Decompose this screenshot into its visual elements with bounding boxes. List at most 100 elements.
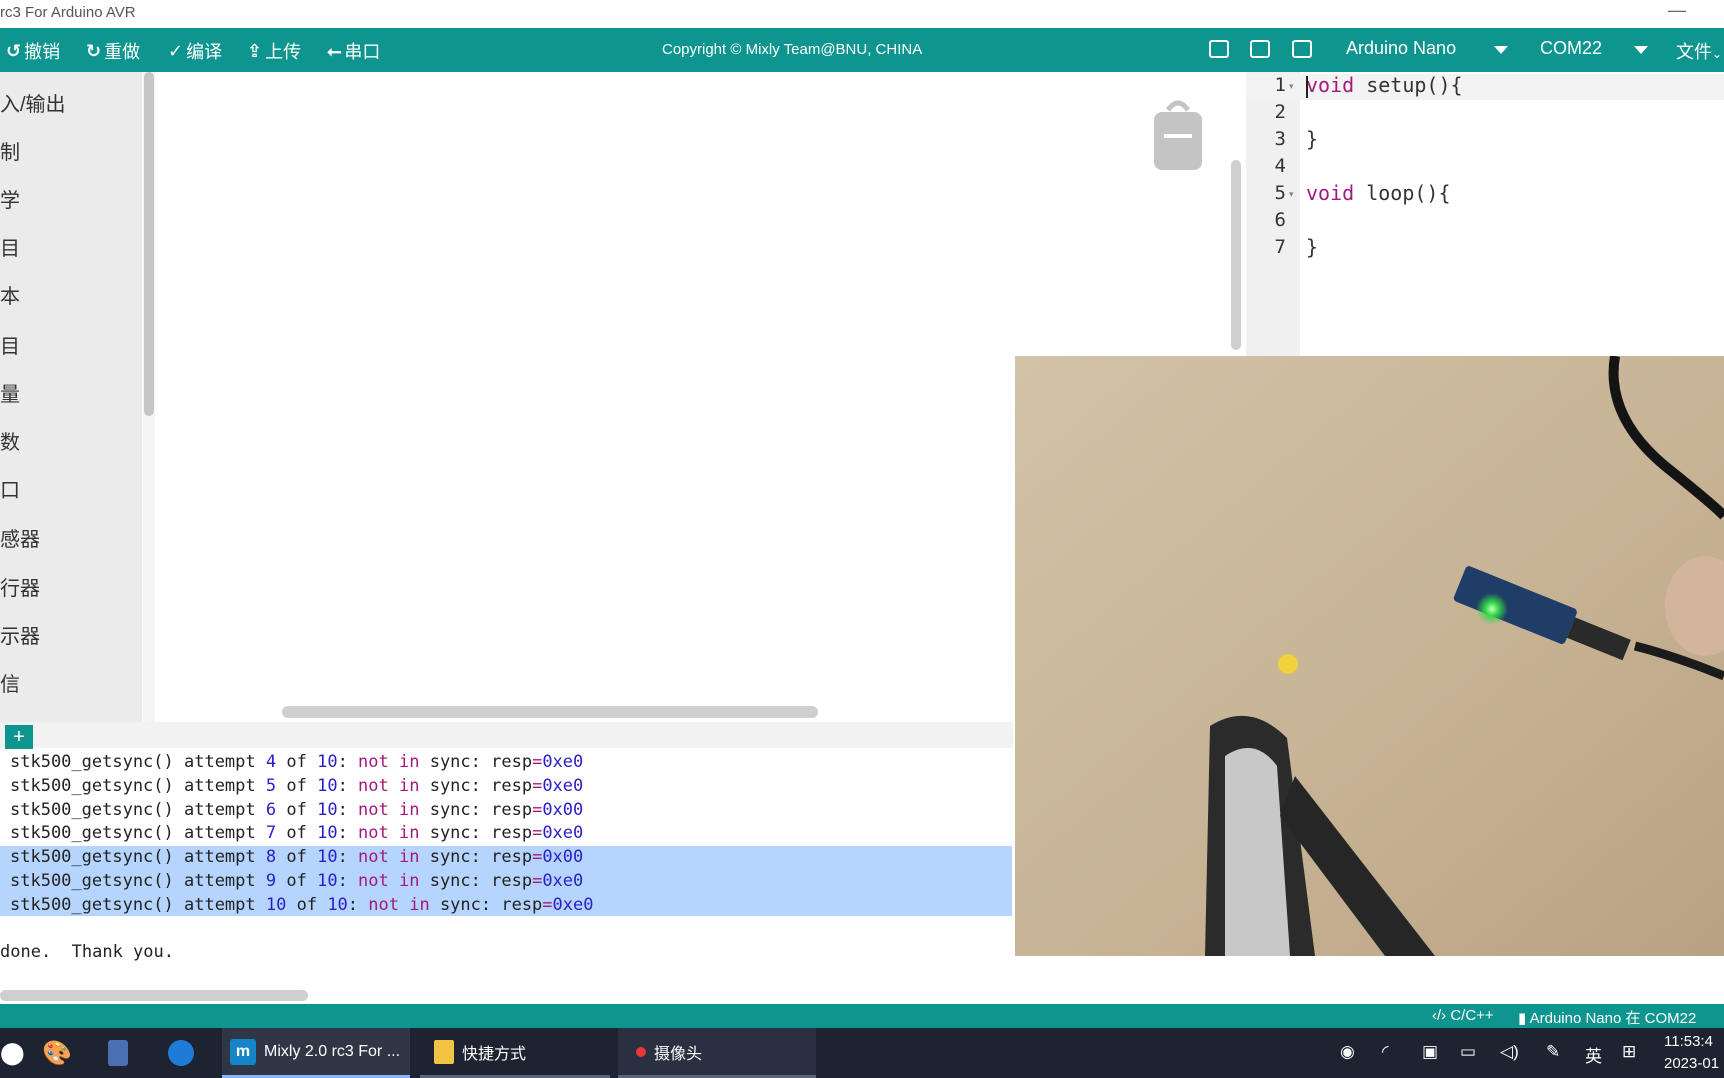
upload-icon: ⇪ — [247, 40, 263, 61]
port-select[interactable]: COM22 — [1540, 38, 1648, 59]
category-item[interactable]: 行器 — [0, 572, 40, 601]
folder-icon — [434, 1039, 454, 1064]
category-item[interactable]: 目 — [0, 330, 20, 359]
category-item[interactable]: 感器 — [0, 523, 40, 552]
undo-icon: ↺ — [6, 40, 22, 61]
taskbar-task-camera[interactable]: 摄像头 — [618, 1028, 816, 1078]
fold-arrow-icon[interactable]: ▾ — [1289, 189, 1294, 200]
console-line: stk500_getsync() attempt 10 of 10: not i… — [10, 895, 594, 915]
category-item[interactable]: 目 — [0, 232, 20, 261]
upload-button[interactable]: ⇪ 上传 — [247, 38, 301, 64]
line-number: 1 — [1274, 74, 1286, 96]
category-item[interactable]: 数 — [0, 426, 20, 455]
code-line: void setup(){ — [1306, 73, 1463, 97]
port-select-value: COM22 — [1540, 38, 1603, 58]
language-indicator[interactable]: ‹/› C/C++ — [1432, 1007, 1494, 1024]
copyright-text: Copyright © Mixly Team@BNU, CHINA — [662, 41, 923, 58]
taskbar-task-shortcuts[interactable]: 快捷方式 — [420, 1028, 610, 1078]
serial-label: 串口 — [344, 42, 381, 62]
split-view-icon[interactable] — [1250, 40, 1270, 58]
file-menu-label: 文件 — [1676, 42, 1712, 62]
window-title: rc3 For Arduino AVR — [0, 4, 136, 21]
board-status[interactable]: ▮ Arduino Nano 在 COM22 — [1518, 1007, 1696, 1028]
code-editor[interactable] — [1246, 72, 1724, 356]
task-label: Mixly 2.0 rc3 For ... — [264, 1042, 401, 1060]
category-item[interactable]: 示器 — [0, 620, 40, 649]
code-text: loop(){ — [1354, 181, 1451, 205]
status-bar: ‹/› C/C++ ▮ Arduino Nano 在 COM22 — [0, 1004, 1724, 1028]
serial-button[interactable]: ⭠ 串口 — [327, 38, 380, 64]
category-item[interactable]: 本 — [0, 280, 20, 309]
taskbar-task-mixly[interactable]: m Mixly 2.0 rc3 For ... — [222, 1028, 410, 1078]
task-label: 摄像头 — [654, 1045, 703, 1063]
code-text: } — [1306, 127, 1319, 151]
compile-label: 编译 — [186, 42, 223, 62]
line-number: 3 — [1274, 128, 1286, 150]
console-horizontal-scrollbar[interactable] — [0, 990, 308, 1001]
code-keyword: void — [1306, 181, 1355, 205]
add-tab-button[interactable]: + — [5, 725, 33, 749]
line-number: 5 — [1274, 182, 1286, 204]
chevron-down-icon — [1634, 46, 1648, 54]
line-number: 4 — [1274, 155, 1286, 177]
code-text: setup(){ — [1354, 73, 1463, 97]
workspace-horizontal-scrollbar[interactable] — [282, 706, 818, 718]
text-cursor — [1306, 76, 1308, 98]
collapse-panel-icon[interactable] — [1209, 40, 1229, 58]
calculator-icon[interactable] — [108, 1028, 142, 1078]
redo-icon: ↻ — [86, 40, 102, 61]
os-taskbar: ⬤ 🎨 m Mixly 2.0 rc3 For ... 快捷方式 摄像头 ◉ ◜… — [0, 1028, 1724, 1078]
category-item[interactable]: 信 — [0, 668, 20, 697]
line-number: 6 — [1274, 209, 1286, 231]
console-tab-bar — [0, 722, 1013, 748]
ime-indicator[interactable]: 英 — [1585, 1042, 1602, 1067]
redo-label: 重做 — [104, 42, 141, 62]
keyboard-layout-icon[interactable]: ⊞ — [1622, 1042, 1636, 1062]
board-select[interactable]: Arduino Nano — [1346, 38, 1508, 59]
browser-icon[interactable] — [168, 1028, 202, 1078]
code-line: void loop(){ — [1306, 181, 1451, 205]
security-icon[interactable]: ▣ — [1422, 1042, 1438, 1062]
clock-date: 2023-01 — [1664, 1055, 1720, 1072]
console-line: stk500_getsync() attempt 7 of 10: not in… — [10, 823, 584, 843]
wifi-icon[interactable]: ◜ — [1382, 1042, 1389, 1062]
camera-feed[interactable] — [1015, 356, 1724, 956]
cortana-icon[interactable]: ◉ — [1340, 1042, 1355, 1062]
board-select-value: Arduino Nano — [1346, 38, 1457, 58]
system-clock[interactable]: 11:53:4 2023-01 — [1664, 1031, 1719, 1075]
redo-button[interactable]: ↻ 重做 — [86, 38, 140, 64]
code-line: } — [1306, 235, 1318, 259]
minimize-button[interactable]: — — [1668, 0, 1686, 21]
line-number: 7 — [1274, 236, 1286, 258]
pen-icon[interactable]: ✎ — [1546, 1042, 1560, 1062]
upload-label: 上传 — [265, 42, 302, 62]
window-titlebar: rc3 For Arduino AVR — — [0, 0, 1724, 28]
category-item[interactable]: 制 — [0, 136, 20, 165]
console-line: stk500_getsync() attempt 5 of 10: not in… — [10, 776, 584, 796]
fold-arrow-icon[interactable]: ▾ — [1289, 81, 1294, 92]
paint-icon[interactable]: 🎨 — [42, 1028, 76, 1078]
sidebar-scrollbar-thumb[interactable] — [144, 72, 154, 416]
console-line: stk500_getsync() attempt 8 of 10: not in… — [10, 847, 584, 867]
battery-icon[interactable]: ▭ — [1460, 1042, 1476, 1062]
console-line: stk500_getsync() attempt 6 of 10: not in… — [10, 800, 584, 820]
workspace-vertical-scrollbar[interactable] — [1231, 160, 1241, 350]
code-line: } — [1306, 127, 1318, 151]
category-item[interactable]: 量 — [0, 378, 20, 407]
record-icon — [636, 1046, 646, 1057]
code-view-icon[interactable] — [1292, 40, 1312, 58]
category-item[interactable]: 口 — [0, 474, 20, 503]
file-menu[interactable]: 文件⌄ — [1676, 38, 1722, 64]
compile-button[interactable]: ✓ 编译 — [168, 38, 222, 64]
code-text: } — [1306, 235, 1319, 259]
main-toolbar: ↺ 撤销 ↻ 重做 ✓ 编译 ⇪ 上传 ⭠ 串口 Copyright © Mix… — [0, 28, 1724, 72]
category-item[interactable]: 入/输出 — [0, 88, 66, 117]
check-icon: ✓ — [168, 40, 184, 61]
console-line: stk500_getsync() attempt 9 of 10: not in… — [10, 871, 584, 891]
volume-icon[interactable]: ◁) — [1500, 1042, 1519, 1062]
undo-button[interactable]: ↺ 撤销 — [6, 38, 60, 64]
category-item[interactable]: 学 — [0, 184, 20, 213]
trash-can-icon[interactable] — [1152, 96, 1204, 172]
clock-time: 11:53:4 — [1664, 1033, 1713, 1050]
taskbar-app-icon[interactable]: ⬤ — [0, 1028, 25, 1078]
